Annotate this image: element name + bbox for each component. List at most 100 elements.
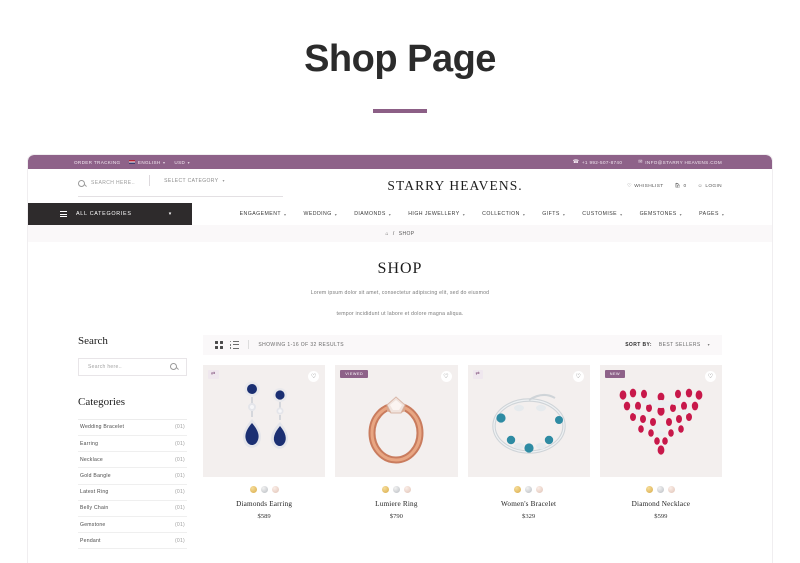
swatch-gold[interactable] <box>381 485 389 493</box>
category-select[interactable]: SELECT CATEGORY ▾ <box>164 178 225 184</box>
category-label: Necklace <box>80 456 103 463</box>
product-card[interactable]: VIEWED ♡ Lumiere Ring $790 <box>335 364 458 520</box>
nav-item-high-jewellery[interactable]: HIGH JEWELLERY ▾ <box>408 211 465 217</box>
swatch-rose[interactable] <box>403 485 411 493</box>
nav-item-diamonds[interactable]: DIAMONDS ▾ <box>354 211 391 217</box>
wishlist-icon[interactable]: ♡ <box>705 370 716 382</box>
category-label: Pendant <box>80 537 101 544</box>
swatch-rose[interactable] <box>668 485 676 493</box>
swatch-gold[interactable] <box>249 485 257 493</box>
search-icon <box>78 179 85 187</box>
nav-links: ENGAGEMENT ▾ WEDDING ▾ DIAMONDS ▾ HIGH J… <box>192 203 772 225</box>
nav-item-wedding[interactable]: WEDDING ▾ <box>304 211 338 217</box>
product-price: $589 <box>257 512 271 520</box>
product-thumbnail[interactable]: NEW ♡ <box>599 364 722 477</box>
all-categories-button[interactable]: ALL CATEGORIES ▾ <box>28 203 192 225</box>
grid-view-icon[interactable] <box>215 340 223 349</box>
chevron-down-icon: ▾ <box>620 211 623 217</box>
category-item-belly-chain[interactable]: Belly Chain (01) <box>78 501 187 517</box>
swatch-rose[interactable] <box>536 485 544 493</box>
product-card[interactable]: NEW ♡ Diamond Necklace $599 <box>599 364 722 520</box>
nav-item-gifts[interactable]: GIFTS ▾ <box>542 211 565 217</box>
home-icon[interactable]: ⌂ <box>386 231 389 237</box>
category-count: (01) <box>174 537 185 544</box>
swatch-rose[interactable] <box>271 485 279 493</box>
swatch-silver[interactable] <box>525 485 533 493</box>
header-bar: SEARCH HERE.. SELECT CATEGORY ▾ STARRY H… <box>28 169 772 203</box>
cart-button[interactable]: 🛍 0 <box>675 184 687 189</box>
breadcrumb: ⌂ / SHOP <box>28 225 772 242</box>
swatch-silver[interactable] <box>260 485 268 493</box>
product-name[interactable]: Women's Bracelet <box>468 500 590 508</box>
category-count: (01) <box>174 505 185 512</box>
chevron-down-icon: ▾ <box>187 159 191 165</box>
sort-select[interactable]: SORT BY: BEST SELLERS ▾ <box>625 342 710 348</box>
topbar-left-group: ORDER TRACKING ENGLISH ▾ USD ▾ <box>28 160 190 165</box>
product-thumbnail[interactable]: VIEWED ♡ <box>335 364 458 477</box>
product-name[interactable]: Diamonds Earring <box>203 500 325 508</box>
product-price: $599 <box>654 512 668 520</box>
nav-label: PAGES <box>699 211 719 217</box>
hamburger-icon <box>60 211 67 217</box>
view-toggles <box>215 340 240 349</box>
category-item-latest-ring[interactable]: Latest Ring (01) <box>78 485 187 501</box>
shop-heading: SHOP <box>377 260 423 277</box>
product-name[interactable]: Lumiere Ring <box>335 500 457 508</box>
category-label: Gemstone <box>80 521 106 528</box>
product-thumbnail[interactable]: ⇄ ♡ <box>203 364 326 477</box>
search-icon[interactable] <box>170 363 177 371</box>
status-badge: VIEWED <box>340 369 369 378</box>
category-item-wedding-bracelet[interactable]: Wedding Bracelet (01) <box>78 420 187 437</box>
email-link[interactable]: ✉ INFO@STARRY HEAVENS.COM <box>638 159 722 165</box>
wishlist-icon[interactable]: ♡ <box>308 370 320 382</box>
list-view-icon[interactable] <box>230 341 240 349</box>
category-item-gemstone[interactable]: Gemstone (01) <box>78 517 187 534</box>
compare-icon[interactable]: ⇄ <box>472 369 484 379</box>
sort-label: SORT BY: <box>625 341 652 348</box>
nav-label: DIAMONDS <box>354 211 386 217</box>
nav-item-gemstones[interactable]: GEMSTONES ▾ <box>640 211 683 217</box>
header-search[interactable]: SEARCH HERE.. SELECT CATEGORY ▾ <box>78 175 283 197</box>
category-item-earring[interactable]: Earring (01) <box>78 436 187 453</box>
category-label: Earring <box>80 440 99 447</box>
header-search-input[interactable]: SEARCH HERE.. <box>91 180 135 186</box>
category-count: (01) <box>174 489 185 496</box>
phone-link[interactable]: ☎ +1 992-507-8740 <box>573 159 622 165</box>
currency-selector[interactable]: USD ▾ <box>174 160 190 165</box>
language-selector[interactable]: ENGLISH ▾ <box>129 160 165 165</box>
sidebar-search-input[interactable]: Search here.. <box>78 357 187 376</box>
nav-item-engagement[interactable]: ENGAGEMENT ▾ <box>240 211 287 217</box>
nav-item-pages[interactable]: PAGES ▾ <box>699 211 724 217</box>
category-item-pendant[interactable]: Pendant (01) <box>78 533 187 550</box>
chevron-down-icon: ▾ <box>679 211 683 217</box>
color-swatches <box>600 485 722 493</box>
chevron-down-icon: ▾ <box>707 342 710 348</box>
product-image-necklace <box>619 388 703 455</box>
bag-icon: 🛍 <box>674 183 682 189</box>
product-name[interactable]: Diamond Necklace <box>600 500 722 508</box>
nav-item-collection[interactable]: COLLECTION ▾ <box>482 211 525 217</box>
swatch-silver[interactable] <box>657 485 665 493</box>
category-count: (01) <box>174 521 185 528</box>
category-item-gold-bangle[interactable]: Gold Bangle (01) <box>78 468 187 485</box>
nav-item-customise[interactable]: CUSTOMISE ▾ <box>582 211 622 217</box>
wishlist-icon[interactable]: ♡ <box>440 370 452 382</box>
product-thumbnail[interactable]: ⇄ ♡ <box>467 364 590 477</box>
login-label: LOGIN <box>705 183 722 189</box>
swatch-gold[interactable] <box>646 485 654 493</box>
product-card[interactable]: ⇄ ♡ <box>467 364 590 520</box>
compare-icon[interactable]: ⇄ <box>208 369 219 379</box>
category-item-necklace[interactable]: Necklace (01) <box>78 452 187 469</box>
product-grid: ⇄ ♡ Diamonds Earring $589 VIEWED ♡ Lumie… <box>203 364 722 520</box>
wishlist-button[interactable]: ♡ WHISHLIST <box>627 184 663 189</box>
product-card[interactable]: ⇄ ♡ <box>203 364 326 520</box>
order-tracking-link[interactable]: ORDER TRACKING <box>74 160 120 165</box>
sidebar-search-placeholder: Search here.. <box>88 363 122 370</box>
swatch-gold[interactable] <box>514 485 522 493</box>
wishlist-icon[interactable]: ♡ <box>572 370 584 382</box>
category-list: Wedding Bracelet (01) Earring (01) Neckl… <box>78 418 187 550</box>
site-logo[interactable]: STARRY HEAVENS. <box>283 178 627 194</box>
utility-topbar: ORDER TRACKING ENGLISH ▾ USD ▾ ☎ +1 992-… <box>28 155 772 169</box>
swatch-silver[interactable] <box>392 485 400 493</box>
login-button[interactable]: ☺ LOGIN <box>698 184 722 189</box>
